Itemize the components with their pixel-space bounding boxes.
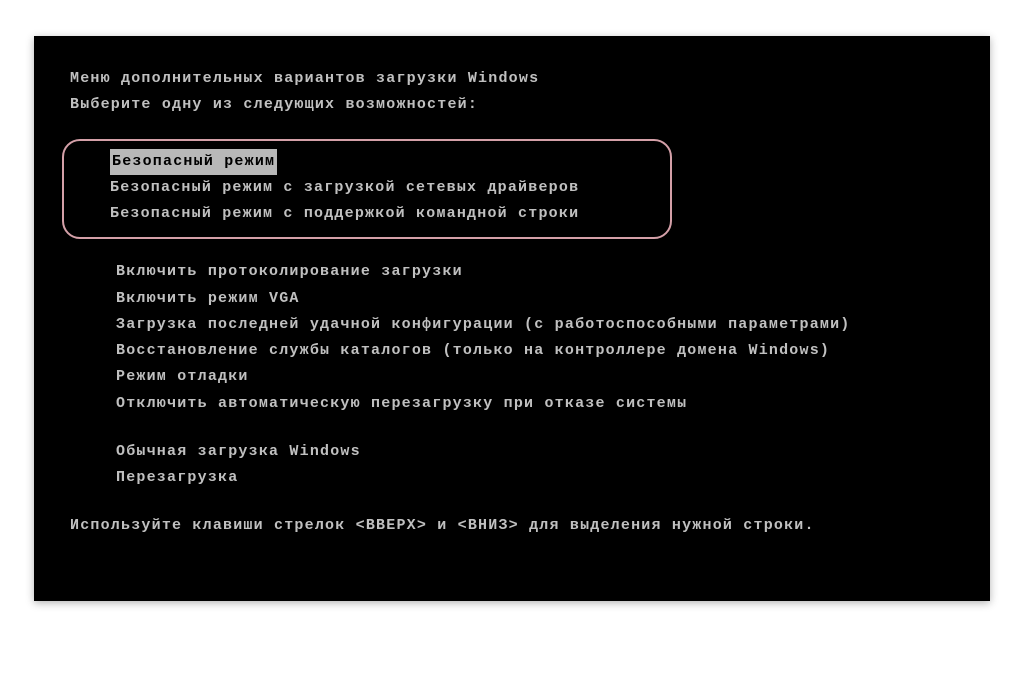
selected-option-text: Безопасный режим	[110, 149, 277, 175]
option-debugging-mode[interactable]: Режим отладки	[116, 364, 954, 390]
option-safe-mode-networking[interactable]: Безопасный режим с загрузкой сетевых дра…	[110, 175, 670, 201]
menu-subtitle: Выберите одну из следующих возможностей:	[70, 92, 954, 118]
option-disable-auto-restart[interactable]: Отключить автоматическую перезагрузку пр…	[116, 391, 954, 417]
option-start-normally[interactable]: Обычная загрузка Windows	[116, 439, 954, 465]
instructions-footer: Используйте клавиши стрелок <ВВЕРХ> и <В…	[70, 513, 954, 539]
option-boot-logging[interactable]: Включить протоколирование загрузки	[116, 259, 954, 285]
option-vga-mode[interactable]: Включить режим VGA	[116, 286, 954, 312]
option-safe-mode[interactable]: Безопасный режим	[110, 149, 670, 175]
boot-menu-screen: Меню дополнительных вариантов загрузки W…	[34, 36, 990, 601]
option-directory-services-restore[interactable]: Восстановление службы каталогов (только …	[116, 338, 954, 364]
safe-mode-highlight-box: Безопасный режим Безопасный режим с загр…	[62, 139, 672, 240]
normal-options-group: Обычная загрузка Windows Перезагрузка	[70, 439, 954, 492]
option-reboot[interactable]: Перезагрузка	[116, 465, 954, 491]
option-safe-mode-command[interactable]: Безопасный режим с поддержкой командной …	[110, 201, 670, 227]
advanced-options-group: Включить протоколирование загрузки Включ…	[70, 259, 954, 417]
option-last-known-good[interactable]: Загрузка последней удачной конфигурации …	[116, 312, 954, 338]
menu-title: Меню дополнительных вариантов загрузки W…	[70, 66, 954, 92]
